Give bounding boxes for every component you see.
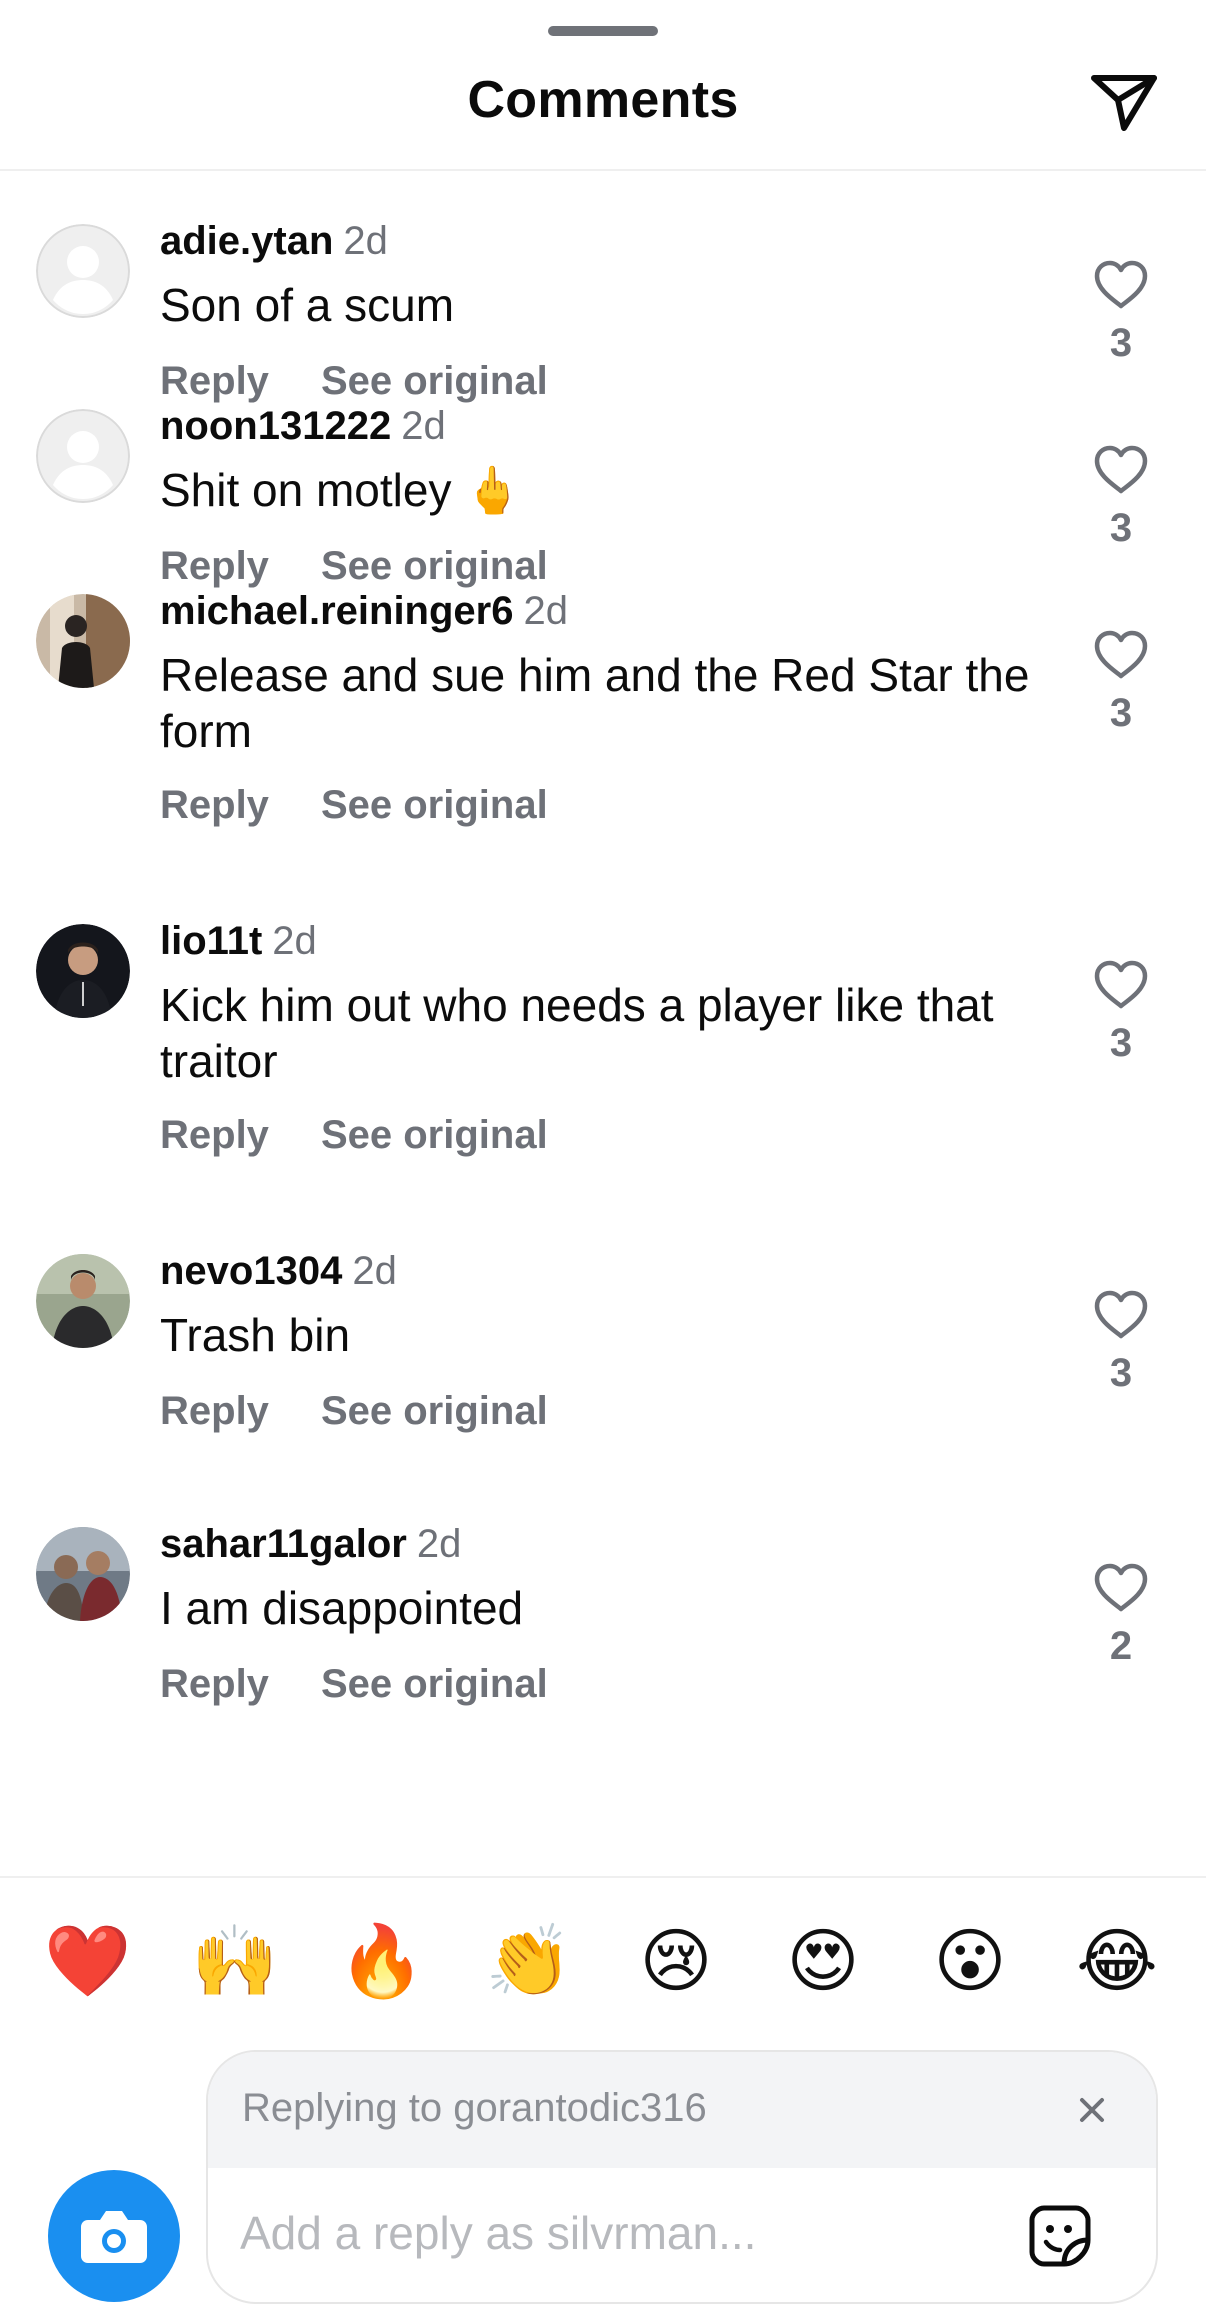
see-original-button[interactable]: See original xyxy=(321,1662,548,1707)
comment-time: 2d xyxy=(523,589,568,633)
see-original-button[interactable]: See original xyxy=(321,783,548,828)
reply-button[interactable]: Reply xyxy=(160,544,269,589)
comment-actions: Reply See original xyxy=(160,544,548,589)
comments-sheet: Comments adie.ytan 2d Son of a scum Reply… xyxy=(0,0,1206,2316)
comment-text: I am disappointed xyxy=(160,1582,524,1634)
comment-user-line: sahar11galor 2d xyxy=(160,1522,461,1567)
comment-actions: Reply See original xyxy=(160,1389,548,1434)
raising-hands-emoji[interactable]: 🙌 xyxy=(189,1915,281,2007)
reply-button[interactable]: Reply xyxy=(160,1113,269,1158)
like-count: 3 xyxy=(1109,691,1133,735)
comment-actions: Reply See original xyxy=(160,359,548,404)
like-count: 2 xyxy=(1109,1624,1133,1668)
paper-plane-icon[interactable] xyxy=(1090,70,1160,134)
replying-banner: Replying to gorantodic316 xyxy=(208,2052,1156,2168)
comment-actions: Reply See original xyxy=(160,1113,548,1158)
comment-username[interactable]: nevo1304 xyxy=(160,1249,342,1293)
comment-time: 2d xyxy=(416,1522,462,1566)
camera-icon xyxy=(81,2211,147,2263)
comment-text: Release and sue him and the Red Star the… xyxy=(160,649,1030,757)
page-title: Comments xyxy=(467,71,739,129)
comment-text: Kick him out who needs a player like tha… xyxy=(160,979,994,1087)
heart-icon[interactable] xyxy=(1093,959,1149,1011)
see-original-button[interactable]: See original xyxy=(321,1389,548,1434)
heart-icon[interactable] xyxy=(1093,259,1149,311)
comment-time: 2d xyxy=(343,219,388,263)
quick-emoji-bar: ❤️ 🙌 🔥 👏 😢 😍 😮 😂 xyxy=(0,1915,1206,2007)
reply-button[interactable]: Reply xyxy=(160,1662,269,1707)
comment-time: 2d xyxy=(272,919,317,963)
avatar[interactable] xyxy=(36,594,130,688)
replying-to-label: Replying to gorantodic316 xyxy=(242,2086,707,2130)
avatar[interactable] xyxy=(36,1254,130,1348)
like-count: 3 xyxy=(1109,321,1133,365)
comment-username[interactable]: lio11t xyxy=(160,919,262,963)
surprised-face-emoji[interactable]: 😮 xyxy=(924,1915,1016,2007)
comment-text: Son of a scum xyxy=(160,279,455,331)
comment-user-line: adie.ytan 2d xyxy=(160,219,388,264)
comment-user-line: noon131222 2d xyxy=(160,404,446,449)
reply-button[interactable]: Reply xyxy=(160,1389,269,1434)
reply-input[interactable] xyxy=(240,2198,960,2268)
like-count: 3 xyxy=(1109,506,1133,550)
comment-text: Trash bin xyxy=(160,1309,351,1361)
heart-icon[interactable] xyxy=(1093,1562,1149,1614)
close-icon[interactable] xyxy=(1072,2090,1112,2130)
heart-emoji[interactable]: ❤️ xyxy=(42,1915,134,2007)
see-original-button[interactable]: See original xyxy=(321,1113,548,1158)
sheet-grabber[interactable] xyxy=(548,26,658,36)
comment-user-line: michael.reininger6 2d xyxy=(160,589,568,634)
see-original-button[interactable]: See original xyxy=(321,544,548,589)
reply-composer: Replying to gorantodic316 xyxy=(206,2050,1158,2304)
comment-text: Shit on motley 🖕 xyxy=(160,464,522,516)
comment-user-line: lio11t 2d xyxy=(160,919,317,964)
heart-icon[interactable] xyxy=(1093,1289,1149,1341)
crying-face-emoji[interactable]: 😢 xyxy=(630,1915,722,2007)
comment-user-line: nevo1304 2d xyxy=(160,1249,397,1294)
fire-emoji[interactable]: 🔥 xyxy=(336,1915,428,2007)
comment-list[interactable]: adie.ytan 2d Son of a scum Reply See origi… xyxy=(0,171,1206,1876)
reply-button[interactable]: Reply xyxy=(160,359,269,404)
camera-button[interactable] xyxy=(48,2170,180,2302)
avatar[interactable] xyxy=(36,409,130,503)
clapping-hands-emoji[interactable]: 👏 xyxy=(483,1915,575,2007)
like-count: 3 xyxy=(1109,1021,1133,1065)
heart-icon[interactable] xyxy=(1093,629,1149,681)
avatar[interactable] xyxy=(36,924,130,1018)
composer-divider xyxy=(0,1876,1206,1878)
see-original-button[interactable]: See original xyxy=(321,359,548,404)
avatar[interactable] xyxy=(36,1527,130,1621)
avatar[interactable] xyxy=(36,224,130,318)
comment-username[interactable]: noon131222 xyxy=(160,404,391,448)
comment-time: 2d xyxy=(401,404,446,448)
sticker-icon[interactable] xyxy=(1026,2202,1094,2270)
heart-icon[interactable] xyxy=(1093,444,1149,496)
reply-button[interactable]: Reply xyxy=(160,783,269,828)
comment-username[interactable]: adie.ytan xyxy=(160,219,333,263)
heart-eyes-emoji[interactable]: 😍 xyxy=(777,1915,869,2007)
comment-time: 2d xyxy=(352,1249,397,1293)
comment-actions: Reply See original xyxy=(160,783,548,828)
like-count: 3 xyxy=(1109,1351,1133,1395)
comment-username[interactable]: michael.reininger6 xyxy=(160,589,513,633)
tears-of-joy-emoji[interactable]: 😂 xyxy=(1071,1915,1163,2007)
comment-username[interactable]: sahar11galor xyxy=(160,1522,407,1566)
comment-actions: Reply See original xyxy=(160,1662,548,1707)
